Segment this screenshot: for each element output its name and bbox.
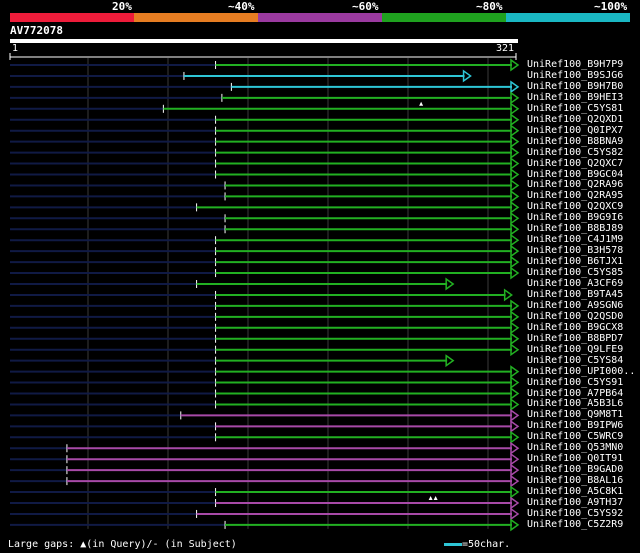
hit-arrow-icon: [510, 452, 520, 466]
hit-arrow-icon: [510, 200, 520, 214]
hit-label[interactable]: UniRef100_C5YS91: [527, 377, 623, 388]
hit-label[interactable]: UniRef100_Q0IT91: [527, 453, 623, 464]
hit-arrow-icon: [510, 485, 520, 499]
hit-arrow-icon: [503, 288, 513, 302]
hit-label[interactable]: UniRef100_B9H7B0: [527, 81, 623, 92]
hit-arrow-icon: [510, 124, 520, 138]
gaps-text: (in Query)/- (in Subject): [86, 539, 237, 550]
hit-label[interactable]: UniRef100_A9SGN6: [527, 300, 623, 311]
hit-arrow-icon: [510, 244, 520, 258]
hit-label[interactable]: UniRef100_Q2QSD0: [527, 311, 623, 322]
hit-arrow-icon: [510, 419, 520, 433]
hit-arrow-icon: [510, 376, 520, 390]
hit-label[interactable]: UniRef100_Q2QXC9: [527, 201, 623, 212]
hit-label[interactable]: UniRef100_B9HEI3: [527, 92, 623, 103]
hit-arrow-icon: [510, 113, 520, 127]
hit-arrow-icon: [510, 80, 520, 94]
gap-marker-icon: [419, 101, 424, 106]
hit-label[interactable]: UniRef100_C5Z2R9: [527, 519, 623, 530]
large-gaps-legend: Large gaps: ▲(in Query)/- (in Subject): [8, 538, 237, 551]
hit-arrow-icon: [510, 463, 520, 477]
hit-arrow-icon: [510, 321, 520, 335]
hit-arrow-icon: [510, 102, 520, 116]
hit-label[interactable]: UniRef100_C5YS84: [527, 355, 623, 366]
legend-swatch: [444, 542, 462, 546]
gap-marker-icon: [433, 496, 438, 500]
gap-marker-icon: [428, 496, 433, 500]
hit-label[interactable]: UniRef100_Q2QXC7: [527, 158, 623, 169]
hit-label[interactable]: UniRef100_C5YS85: [527, 267, 623, 278]
hit-arrow-icon: [510, 507, 520, 521]
hit-label[interactable]: UniRef100_B3H578: [527, 245, 623, 256]
hit-arrow-icon: [510, 397, 520, 411]
hit-arrow-icon: [510, 58, 520, 72]
hit-arrow-icon: [510, 365, 520, 379]
hit-label[interactable]: UniRef100_C4J1M9: [527, 234, 623, 245]
hit-arrow-icon: [510, 332, 520, 346]
hit-label[interactable]: UniRef100_A7PB64: [527, 388, 623, 399]
hit-label[interactable]: UniRef100_Q2RA95: [527, 190, 623, 201]
hit-arrow-icon: [510, 178, 520, 192]
legend-text: =50char.: [462, 539, 511, 550]
hit-arrow-icon: [445, 277, 455, 291]
hit-label[interactable]: UniRef100_B9GAD0: [527, 464, 623, 475]
hit-label[interactable]: UniRef100_A5C8K1: [527, 486, 623, 497]
hit-arrow-icon: [510, 441, 520, 455]
hit-arrow-icon: [510, 189, 520, 203]
hit-label[interactable]: UniRef100_Q2QXD1: [527, 114, 623, 125]
hit-label[interactable]: UniRef100_B8BPD7: [527, 333, 623, 344]
hit-label[interactable]: UniRef100_A3CF69: [527, 278, 623, 289]
hit-label[interactable]: UniRef100_B9TA45: [527, 289, 623, 300]
hit-arrow-icon: [510, 266, 520, 280]
hit-label[interactable]: UniRef100_C5WRC9: [527, 431, 623, 442]
hit-label[interactable]: UniRef100_Q0IPX7: [527, 125, 623, 136]
hit-label[interactable]: UniRef100_C5YS92: [527, 508, 623, 519]
hit-label[interactable]: UniRef100_Q9LFE9: [527, 344, 623, 355]
hit-label[interactable]: UniRef100_B9G9I6: [527, 212, 623, 223]
hit-label[interactable]: UniRef100_B6TJX1: [527, 256, 623, 267]
hit-arrow-icon: [510, 299, 520, 313]
hit-arrow-icon: [510, 408, 520, 422]
hit-arrow-icon: [510, 135, 520, 149]
hit-label[interactable]: UniRef100_A5B3L6: [527, 398, 623, 409]
hit-arrow-icon: [510, 310, 520, 324]
hit-label[interactable]: UniRef100_C5YS81: [527, 103, 623, 114]
hit-label[interactable]: UniRef100_C5YS82: [527, 147, 623, 158]
hit-label[interactable]: UniRef100_Q9M8T1: [527, 409, 623, 420]
hit-label[interactable]: UniRef100_B8AL16: [527, 475, 623, 486]
hit-label[interactable]: UniRef100_B9IPW6: [527, 420, 623, 431]
hit-arrow-icon: [510, 157, 520, 171]
hit-label[interactable]: UniRef100_B9GCX8: [527, 322, 623, 333]
hit-label[interactable]: UniRef100_B8BJ89: [527, 223, 623, 234]
hit-arrow-icon: [510, 222, 520, 236]
hit-arrow-icon: [510, 518, 520, 532]
hit-arrow-icon: [510, 255, 520, 269]
hit-label[interactable]: UniRef100_Q2RA96: [527, 179, 623, 190]
hit-arrow-icon: [510, 474, 520, 488]
hit-label[interactable]: UniRef100_B9GC04: [527, 169, 623, 180]
hit-arrow-icon: [445, 354, 455, 368]
hit-arrow-icon: [510, 343, 520, 357]
hit-arrow-icon: [510, 168, 520, 181]
hit-label[interactable]: UniRef100_Q53MN0: [527, 442, 623, 453]
hit-label[interactable]: UniRef100_B8BNA9: [527, 136, 623, 147]
hit-arrow-icon: [510, 430, 520, 444]
hit-arrow-icon: [510, 146, 520, 160]
gaps-prefix: Large gaps:: [8, 539, 81, 550]
hit-arrow-icon: [510, 387, 520, 400]
hit-label[interactable]: UniRef100_B9SJG6: [527, 70, 623, 81]
scale-legend: =50char.: [444, 538, 510, 551]
hit-arrow-icon: [462, 69, 472, 83]
hit-label[interactable]: UniRef100_A9TH37: [527, 497, 623, 508]
hit-arrow-icon: [510, 91, 520, 105]
hit-arrow-icon: [510, 496, 520, 510]
hit-label[interactable]: UniRef100_UPI000..: [527, 366, 635, 377]
hit-arrow-icon: [510, 233, 520, 247]
hit-label[interactable]: UniRef100_B9H7P9: [527, 59, 623, 70]
hit-arrow-icon: [510, 211, 520, 225]
